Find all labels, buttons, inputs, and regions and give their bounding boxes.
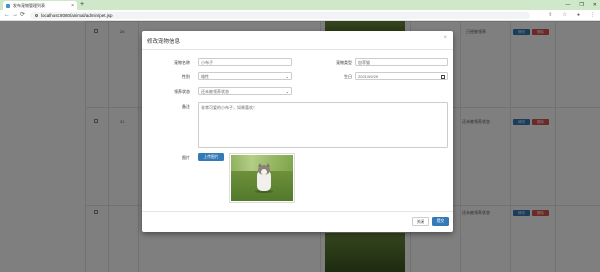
browser-tab[interactable]: 发布宠物管理列表 ×: [3, 1, 77, 10]
reload-button[interactable]: ⟳: [20, 10, 25, 21]
forward-button[interactable]: →: [12, 10, 18, 21]
type-label: 宠物类型: [336, 60, 352, 65]
calendar-icon[interactable]: [441, 74, 445, 79]
back-button[interactable]: ←: [4, 10, 10, 21]
edit-pet-modal: 修改宠物信息 × 宠物名称 小布子 宠物类型 加菲猫 性别 雄性 ⌄ 生日 20…: [142, 31, 453, 232]
image-label: 图片: [182, 155, 190, 160]
birthday-date-input[interactable]: 2021/09/29: [355, 72, 448, 80]
minimize-button[interactable]: —: [565, 0, 570, 10]
adopt-status-label: 领养状态: [174, 89, 190, 94]
url-bar[interactable]: localhost:8080/animal/admin/pet.jsp: [30, 12, 530, 19]
browser-tab-bar: 发布宠物管理列表 × + — ❐ ✕: [0, 0, 600, 10]
gender-select[interactable]: 雄性 ⌄: [198, 72, 292, 80]
birthday-label: 生日: [344, 74, 352, 79]
address-bar-row: ← → ⟳ localhost:8080/animal/admin/pet.js…: [0, 10, 600, 21]
menu-icon[interactable]: ⋮: [590, 10, 595, 21]
close-window-button[interactable]: ✕: [593, 0, 597, 10]
birthday-value: 2021/09/29: [358, 74, 379, 79]
share-icon[interactable]: ⇪: [548, 10, 552, 21]
pet-image-preview: [229, 153, 295, 203]
remark-label: 备注: [182, 104, 190, 109]
adopt-status-value: 还未被领养状态: [201, 89, 229, 94]
new-tab-button[interactable]: +: [80, 1, 84, 9]
url-text: localhost:8080/animal/admin/pet.jsp: [41, 13, 113, 18]
gender-label: 性别: [182, 74, 190, 79]
gender-value: 雄性: [201, 74, 209, 79]
bookmark-star-icon[interactable]: ☆: [562, 10, 566, 21]
close-icon[interactable]: ×: [443, 35, 447, 41]
toolbar-icons: ⇪ ☆ ● ⋮: [548, 10, 595, 21]
favicon-icon: [6, 3, 10, 8]
modal-title: 修改宠物信息: [147, 39, 181, 45]
chevron-down-icon: ⌄: [285, 74, 289, 79]
maximize-button[interactable]: ❐: [579, 0, 583, 10]
info-icon[interactable]: [35, 14, 38, 17]
name-label: 宠物名称: [174, 60, 190, 65]
close-tab-icon[interactable]: ×: [71, 3, 74, 9]
window-controls: — ❐ ✕: [565, 0, 597, 10]
submit-button[interactable]: 提交: [432, 217, 449, 226]
remark-textarea[interactable]: 非常可爱的小布子，如果喜欢！: [198, 102, 448, 148]
close-button[interactable]: 关闭: [412, 217, 429, 226]
cat-face: [261, 169, 267, 175]
adopt-status-select[interactable]: 还未被领养状态 ⌄: [198, 87, 292, 95]
upload-image-button[interactable]: 上传图片: [198, 153, 224, 161]
modal-footer: 关闭 提交: [142, 211, 453, 232]
cat-photo: [231, 155, 293, 201]
profile-icon[interactable]: ●: [577, 10, 580, 21]
pet-name-field[interactable]: 小布子: [198, 58, 292, 66]
chevron-down-icon: ⌄: [285, 89, 289, 94]
modal-header: 修改宠物信息 ×: [142, 31, 453, 50]
pet-type-field[interactable]: 加菲猫: [355, 58, 448, 66]
tab-title: 发布宠物管理列表: [13, 2, 45, 8]
